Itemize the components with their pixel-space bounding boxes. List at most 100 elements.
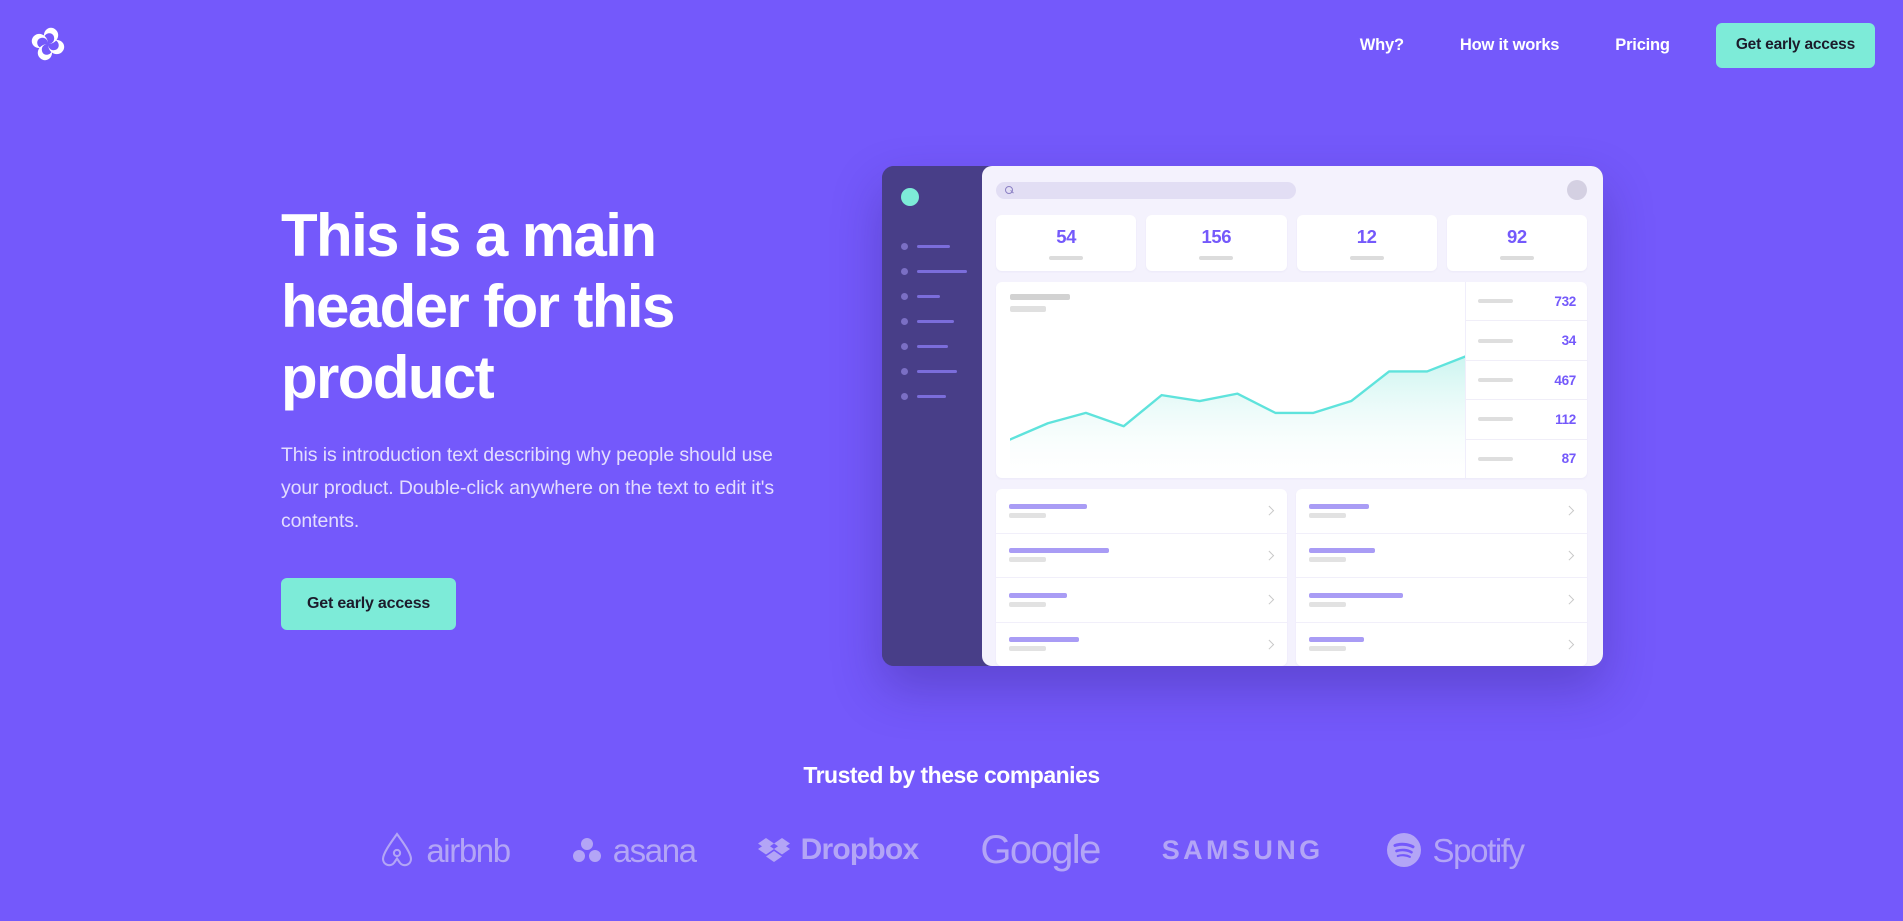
list-item-subtitle-placeholder [1009, 646, 1046, 652]
nav-link-why[interactable]: Why? [1332, 36, 1432, 55]
company-logo-dropbox: Dropbox [757, 835, 919, 865]
chevron-right-icon[interactable] [1565, 506, 1574, 515]
company-name-samsung: SAMSUNG [1161, 834, 1324, 865]
sidebar-item-3[interactable] [882, 284, 982, 309]
area-chart [1010, 355, 1465, 478]
list-item[interactable] [1296, 578, 1587, 623]
hero-get-early-access-button[interactable]: Get early access [281, 578, 457, 630]
hero-subtitle: This is introduction text describing why… [281, 444, 775, 532]
chevron-right-icon[interactable] [1265, 506, 1274, 515]
asana-dots-icon [572, 838, 601, 862]
sidebar-item-label-placeholder [917, 269, 967, 274]
dashboard-main: 54 156 12 92 732 34 467 112 87 [982, 166, 1603, 666]
side-metric-label-placeholder [1478, 417, 1513, 422]
list-item[interactable] [1296, 623, 1587, 667]
side-metric-value: 467 [1554, 372, 1576, 388]
chevron-right-icon[interactable] [1565, 640, 1574, 649]
sidebar-item-dot-icon [901, 368, 908, 375]
stat-card[interactable]: 92 [1446, 215, 1587, 271]
list-item[interactable] [996, 578, 1287, 623]
sidebar-item-4[interactable] [882, 309, 982, 334]
company-logo-airbnb: airbnb [379, 831, 511, 869]
stat-card[interactable]: 54 [996, 215, 1137, 271]
stat-card[interactable]: 156 [1146, 215, 1287, 271]
list-item-title-placeholder [1309, 592, 1403, 598]
list-item-subtitle-placeholder [1009, 512, 1046, 518]
list-card-1 [996, 489, 1287, 666]
list-item-lines [1309, 592, 1403, 607]
brand-logo[interactable] [26, 22, 70, 66]
nav-get-early-access-button[interactable]: Get early access [1715, 22, 1875, 68]
list-item-lines [1009, 548, 1109, 563]
chevron-right-icon[interactable] [1265, 640, 1274, 649]
stat-label-placeholder [1199, 255, 1234, 260]
side-metric-row[interactable]: 732 [1466, 282, 1587, 322]
company-logo-samsung: SAMSUNG [1161, 834, 1324, 865]
nav-links-group: Why? How it works Pricing Get early acce… [1332, 0, 1875, 90]
list-item[interactable] [996, 534, 1287, 578]
dashboard-topbar [996, 180, 1587, 200]
sidebar-item-2[interactable] [882, 259, 982, 284]
search-input[interactable] [996, 181, 1296, 199]
list-item-title-placeholder [1309, 548, 1375, 554]
stat-value: 156 [1201, 225, 1232, 247]
company-name-google: Google [980, 828, 1101, 872]
sidebar-item-dot-icon [901, 393, 908, 400]
list-item-subtitle-placeholder [1309, 557, 1346, 563]
list-item[interactable] [1296, 489, 1587, 534]
search-icon [1005, 185, 1014, 195]
chevron-right-icon[interactable] [1265, 595, 1274, 604]
side-metric-row[interactable]: 467 [1466, 361, 1587, 401]
dropbox-box-icon [757, 838, 790, 862]
company-logos-row: airbnb asana Dropbox Google SAMSUNG Spot… [0, 830, 1903, 870]
side-metric-label-placeholder [1478, 456, 1513, 461]
chevron-right-icon[interactable] [1565, 551, 1574, 560]
list-item[interactable] [996, 489, 1287, 534]
dot-logo-icon [901, 188, 919, 206]
sidebar-item-5[interactable] [882, 334, 982, 359]
pinwheel-logo-icon [31, 27, 65, 61]
sidebar-item-6[interactable] [882, 359, 982, 384]
nav-link-pricing[interactable]: Pricing [1587, 36, 1698, 55]
list-item-subtitle-placeholder [1009, 601, 1046, 607]
chart-and-list-panel: 732 34 467 112 87 [996, 282, 1587, 478]
sidebar-item-7[interactable] [882, 384, 982, 409]
side-metric-row[interactable]: 112 [1466, 400, 1587, 440]
sidebar-item-1[interactable] [882, 234, 982, 259]
side-metric-value: 732 [1554, 293, 1576, 309]
side-metric-label-placeholder [1478, 378, 1513, 383]
sidebar-item-label-placeholder [917, 244, 950, 249]
nav-link-how-it-works[interactable]: How it works [1432, 36, 1587, 55]
sidebar-item-dot-icon [901, 268, 908, 275]
list-item-title-placeholder [1009, 503, 1087, 509]
list-item-lines [1309, 548, 1375, 563]
list-item-subtitle-placeholder [1009, 557, 1046, 563]
sidebar-item-dot-icon [901, 343, 908, 350]
avatar[interactable] [1567, 180, 1587, 200]
list-item[interactable] [996, 623, 1287, 667]
chevron-right-icon[interactable] [1265, 551, 1274, 560]
list-item[interactable] [1296, 534, 1587, 578]
stat-label-placeholder [1349, 255, 1384, 260]
list-item-subtitle-placeholder [1309, 646, 1346, 652]
company-name-spotify: Spotify [1432, 831, 1525, 869]
list-item-subtitle-placeholder [1309, 512, 1346, 518]
hero-section: This is a main header for this product T… [281, 200, 821, 630]
sidebar-item-label-placeholder [917, 394, 946, 399]
side-metric-label-placeholder [1478, 299, 1513, 304]
side-metric-row[interactable]: 34 [1466, 321, 1587, 361]
list-item-lines [1009, 503, 1087, 518]
list-item-subtitle-placeholder [1309, 601, 1346, 607]
list-item-title-placeholder [1009, 637, 1079, 643]
list-item-lines [1309, 637, 1364, 652]
trusted-section: Trusted by these companies [0, 762, 1903, 789]
dashboard-sidebar [882, 166, 982, 666]
top-navigation-bar: Why? How it works Pricing Get early acce… [0, 0, 1903, 90]
company-logo-google: Google [980, 828, 1101, 872]
bottom-list-cards [996, 489, 1587, 666]
chevron-right-icon[interactable] [1565, 595, 1574, 604]
stat-card[interactable]: 12 [1296, 215, 1437, 271]
side-metric-row[interactable]: 87 [1466, 440, 1587, 478]
chart-subtitle-placeholder [1010, 306, 1046, 312]
side-metric-value: 87 [1561, 451, 1577, 467]
